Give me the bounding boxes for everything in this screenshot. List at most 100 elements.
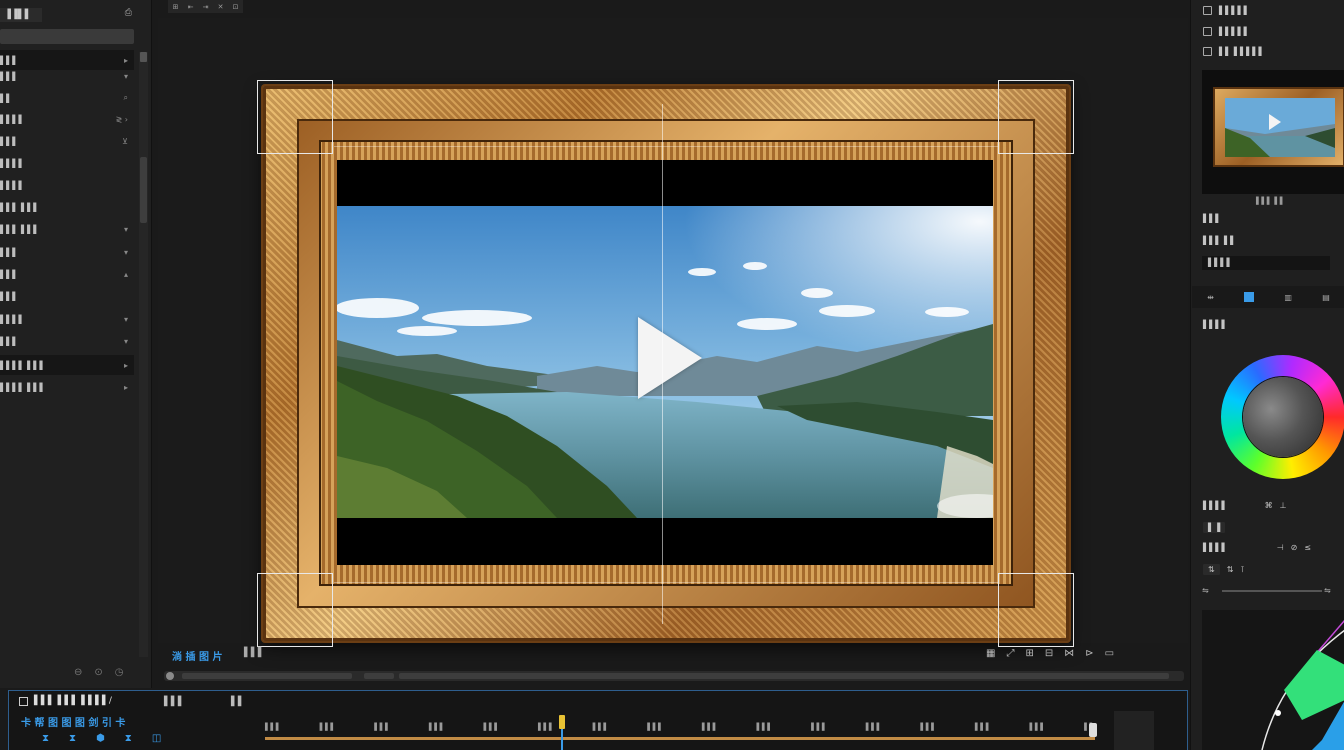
target-icon[interactable]: ⊙ [94,667,102,678]
left-panel-item[interactable]: ▌▌▌ ▾ [0,242,134,262]
ruler-tick-label: ▌▌▌ [374,723,391,731]
scrollbar-cap[interactable] [140,52,147,62]
razor-icon[interactable]: ⧗ [42,733,49,744]
left-panel-scrollbar[interactable] [139,52,148,657]
color-wheel[interactable] [1221,355,1344,479]
marker-icon[interactable]: ◫ [152,733,161,744]
anchor-icon[interactable]: ⊥ [1280,501,1287,510]
inspector-row[interactable]: ▌▌ ▌▌▌▌▌ [1203,47,1265,56]
chevron-up-icon: ▴ [123,269,128,279]
list-icon[interactable]: ▤ [1322,293,1330,302]
play-icon[interactable] [638,317,702,399]
slider-track[interactable] [1222,590,1322,592]
intensity-slider[interactable]: ⇋ ⇋ [1202,586,1344,596]
playhead-handle[interactable] [559,715,565,729]
scrub-knob[interactable] [166,672,174,680]
inspector-row[interactable]: ▌▌▌ ▌▌ [1203,236,1236,245]
item-label: ▌▌▌ [0,291,19,301]
ruler-tick-label: ▌▌▌ [974,723,992,731]
out-point-marker[interactable] [1089,723,1097,737]
ruler-tick-label: ▌▌▌ [920,723,937,731]
viewer-top-toolbar: ⊞ ⇤ ⇥ ✕ ⊡ [168,0,243,13]
safe-area-icon[interactable]: ⊞ [1025,648,1033,659]
toggle-chip[interactable]: ▌▐ [1203,522,1226,533]
layout-icon[interactable]: ▦ [986,648,995,659]
timeline-ruler[interactable]: ▌▌▌ ▌▌▌ ▌▌▌ ▌▌▌ ▌▌▌ ▌▌▌ ▌▌▌ ▌▌▌ ▌▌▌ ▌▌▌ ▌▌▌ ▌▌▌ ▌▌▌ ▌… [265,723,1095,735]
tool-icon[interactable]: ⊣ [1277,543,1284,552]
inspector-row[interactable]: ▌▌▌▌▌ [1203,6,1250,15]
timeline-tab[interactable]: ▌▌ [231,697,245,707]
left-panel-item[interactable]: ▌▌▌ ▴ [0,264,134,284]
inspector-toolbar: ⇹ ▥ ▤ [1192,286,1344,308]
transform-handle-top-right[interactable] [998,80,1074,154]
timeline-tab[interactable]: ▌▌▌ [164,697,185,707]
panel-menu-icon[interactable]: ⎙ [125,8,132,18]
viewer-secondary-label[interactable]: ▌▌▌ [244,648,265,658]
scrollbar-thumb[interactable] [140,157,147,223]
clock-icon[interactable]: ◷ [115,667,124,678]
mask-icon[interactable]: ⋈ [1064,648,1074,659]
left-panel-item[interactable]: ▌▌▌ [0,286,134,306]
left-panel-item[interactable]: ▌▌▌ ▾ [0,331,134,351]
section-title: ▌▌▌▌ [1203,543,1228,552]
columns-icon[interactable]: ▥ [1284,293,1292,302]
align-icon[interactable]: ⇹ [1207,293,1214,302]
timeline-clip-track[interactable] [265,737,1095,740]
inspector-row[interactable]: ▌▌▌▌▌ [1203,27,1250,36]
snap-icon[interactable]: ⬢ [96,733,105,744]
timeline-side-panel [1114,711,1154,750]
transform-handle-bottom-left[interactable] [257,573,333,647]
left-panel-item[interactable]: ▌▌▌▌ ▌▌▌ ▸ [0,377,134,397]
transform-handle-bottom-right[interactable] [998,573,1074,647]
left-panel-item[interactable]: ▌▌ ⌕ [0,88,134,108]
page-icon [1203,27,1212,36]
pin-icon[interactable]: ⊺ [1240,565,1244,574]
swap-icon[interactable]: ⇅ [1227,565,1234,574]
left-panel-item[interactable]: ▌▌▌▌ [0,153,134,173]
left-panel-tab[interactable]: ▐▐▌▌ [0,8,42,22]
command-icon[interactable]: ⌘ [1265,501,1273,510]
left-panel-item[interactable]: ▌▌▌ ⊻ [0,131,134,151]
timeline-title[interactable]: ▌▌▌ ▌▌▌ ▌▌▌▌/ [34,696,112,706]
left-panel-search-input[interactable] [0,29,134,44]
ripple-icon[interactable]: ⧗ [69,733,76,744]
left-panel-item[interactable]: ▌▌▌ ▌▌▌ ▾ [0,219,134,239]
no-entry-icon[interactable]: ⊘ [1291,543,1298,552]
left-panel-footer: ⊖ ⊙ ◷ [74,667,124,678]
left-panel-item[interactable]: ▌▌▌▌ [0,175,134,195]
left-panel-item[interactable]: ▌▌▌▌ ▌▌▌ ▸ [0,355,134,375]
property-input[interactable]: ▌▌▌▌ [1202,256,1330,270]
color-wheel-center[interactable] [1243,377,1323,457]
playhead-line [561,729,563,750]
frame-icon[interactable]: ⊡ [233,3,239,11]
inspector-label: ▌▌▌▌▌ [1219,27,1250,36]
left-panel-item[interactable]: ▌▌▌▌ ▾ [0,309,134,329]
ruler-tick-label: ▌▌▌ [483,723,500,731]
left-panel-item[interactable]: ▌▌▌ ▌▌▌ [0,197,134,217]
expand-icon[interactable]: ⤢ [1006,648,1014,659]
link-icon[interactable]: ⧗ [125,733,132,744]
swap-icon[interactable]: ⇅ [1203,564,1220,575]
play-range-icon[interactable]: ⊳ [1085,648,1093,659]
viewer-mode-label[interactable]: 淌 插 图 片 [172,648,222,663]
mini-play-icon [1269,114,1281,130]
skip-start-icon[interactable]: ⇤ [188,3,194,11]
ruler-tick-label: ▌▌▌ [701,723,719,731]
thumbnail-caption: ▌▌▌ ▌▌ [1256,197,1286,205]
compare-icon[interactable]: ≤ [1304,543,1311,552]
transform-handle-top-left[interactable] [257,80,333,154]
close-icon[interactable]: ✕ [218,3,224,11]
curves-graph[interactable] [1202,610,1344,750]
clip-thumbnail[interactable] [1202,70,1344,194]
skip-end-icon[interactable]: ⇥ [203,3,209,11]
item-label: ▌▌▌▌ [0,158,25,168]
viewer-scrub-bar[interactable] [164,671,1184,681]
left-panel-item[interactable]: ▌▌▌▌ ≷ › [0,109,134,129]
left-panel-item[interactable]: ▌▌▌ ▾ [0,66,134,86]
selected-mode-icon[interactable] [1244,292,1255,302]
split-icon[interactable]: ⊟ [1045,648,1053,659]
grid-icon[interactable]: ⊞ [173,3,179,11]
ruler-tick-label: ▌▌▌ [538,723,555,731]
minus-circle-icon[interactable]: ⊖ [74,667,82,678]
fullscreen-icon[interactable]: ▭ [1105,648,1114,659]
